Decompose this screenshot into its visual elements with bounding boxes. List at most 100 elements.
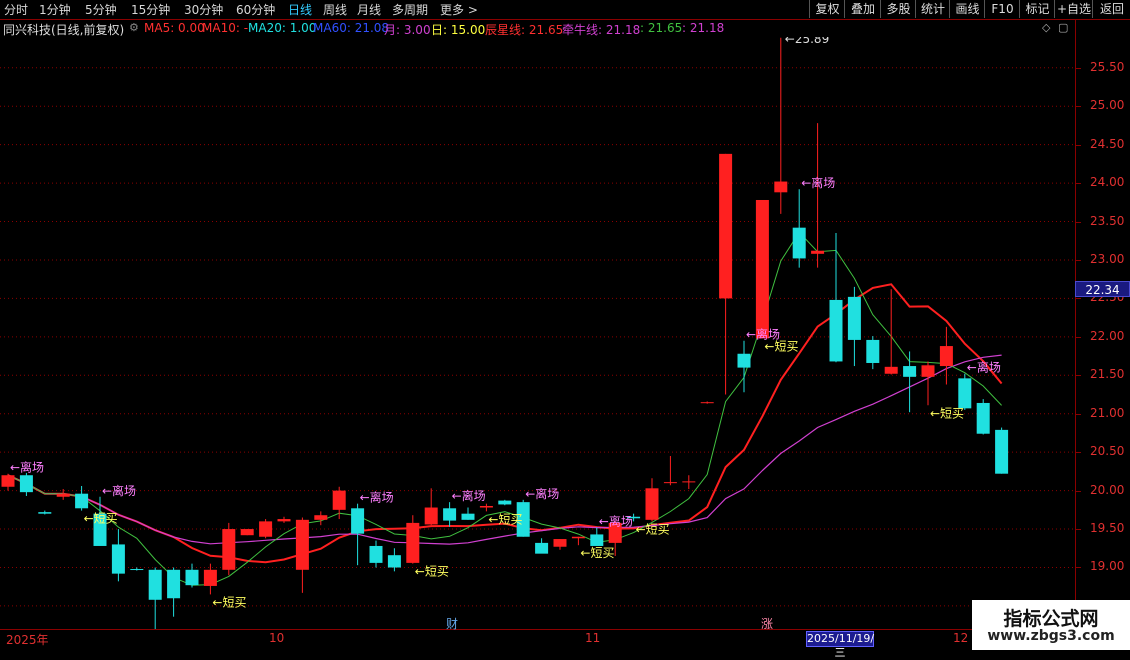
- diamond-icon[interactable]: ◇: [1042, 21, 1050, 34]
- signal-label: ←离场: [360, 490, 394, 505]
- watermark-title: 指标公式网: [1003, 608, 1099, 630]
- period-tab-monthly[interactable]: 月线: [357, 1, 381, 18]
- candle-body: [590, 534, 604, 546]
- candle-body: [369, 545, 383, 563]
- candle-body: [240, 529, 254, 536]
- candle-body: [314, 515, 328, 520]
- date-axis: 2025年 10 11 12 财 涨 2025/11/19/三: [0, 617, 1130, 659]
- signal-label: ←离场: [102, 483, 136, 498]
- date-label-dec: 12: [953, 631, 969, 645]
- candle-body: [387, 555, 401, 568]
- multi-stock-button[interactable]: 多股: [880, 0, 916, 18]
- candle-body: [498, 500, 512, 505]
- watermark-url: www.zbgs3.com: [987, 628, 1115, 644]
- settings-gear-icon[interactable]: ⚙: [129, 21, 139, 34]
- signal-label: ←短买: [488, 512, 522, 526]
- date-label-nov: 11: [585, 631, 601, 645]
- candle-body: [259, 521, 273, 537]
- price-tick-mark: [1076, 183, 1081, 185]
- price-tick-label: 19.50: [1090, 521, 1125, 536]
- chenxing-value: 辰星线: 21.65: [485, 23, 564, 37]
- period-tab-1min[interactable]: 1分钟: [39, 1, 71, 18]
- draw-line-button[interactable]: 画线: [949, 0, 985, 18]
- max-price-label: ←25.89: [785, 37, 829, 46]
- period-tab-60min[interactable]: 60分钟: [236, 1, 275, 18]
- price-tick-label: 20.50: [1090, 444, 1125, 459]
- signal-label: ←短买: [764, 339, 798, 353]
- extreme-labels: ←25.89←18.07: [785, 37, 829, 46]
- signal-label: ←离场: [801, 175, 835, 190]
- candle-body: [19, 475, 33, 493]
- candle-body: [755, 199, 769, 339]
- candle-body: [222, 529, 236, 570]
- day-value: 日: 15.00: [431, 23, 486, 37]
- candlestick-chart[interactable]: ←离场←短买←离场←短买←离场←短买←离场←短买←离场←短买←离场←短买←离场←…: [0, 37, 1075, 629]
- overlay-button[interactable]: 叠加: [844, 0, 881, 18]
- candle-body: [185, 569, 199, 586]
- period-tab-daily[interactable]: 日线: [288, 1, 312, 18]
- candle-body: [167, 569, 181, 599]
- add-watchlist-button[interactable]: +自选: [1054, 0, 1093, 18]
- event-marker-rise[interactable]: 涨: [761, 615, 773, 632]
- date-label-oct: 10: [269, 631, 285, 645]
- moving-average-lines: [7, 231, 1003, 586]
- indicator-info-bar: 同兴科技(日线,前复权) ⚙ MA5: 0.00 MA10: - MA20: 1…: [0, 20, 1076, 37]
- f10-button[interactable]: F10: [984, 0, 1020, 18]
- signal-labels: ←离场←短买←离场←短买←离场←短买←离场←短买←离场←短买←离场←短买←离场←…: [10, 175, 1001, 609]
- ma5-line: [7, 231, 1002, 586]
- period-tab-multi[interactable]: 多周期: [392, 1, 428, 18]
- price-tick-mark: [1076, 67, 1081, 69]
- candle-body: [663, 482, 677, 484]
- candle-body: [479, 505, 493, 508]
- period-tab-weekly[interactable]: 周线: [323, 1, 347, 18]
- candle-body: [461, 513, 475, 520]
- price-tick-mark: [1076, 298, 1081, 300]
- price-tick-label: 23.00: [1090, 251, 1125, 266]
- candle-body: [75, 493, 89, 509]
- candle-body: [38, 512, 52, 514]
- candle-body: [351, 508, 365, 534]
- candle-body: [203, 569, 217, 586]
- price-tick-label: 25.50: [1090, 59, 1125, 74]
- signal-label: ←离场: [599, 514, 633, 529]
- candle-body: [111, 544, 125, 574]
- candle-body: [829, 299, 843, 362]
- price-tick-label: 24.50: [1090, 136, 1125, 151]
- period-tab-fenshi[interactable]: 分时: [4, 1, 28, 18]
- signal-label: ←短买: [212, 595, 246, 609]
- stock-title: 同兴科技(日线,前复权): [3, 23, 125, 37]
- period-tab-more[interactable]: 更多 >: [440, 1, 478, 18]
- candle-body: [148, 569, 162, 600]
- period-tab-5min[interactable]: 5分钟: [85, 1, 117, 18]
- period-toolbar: 分时 1分钟 5分钟 15分钟 30分钟 60分钟 日线 周线 月线 多周期 更…: [0, 0, 1130, 20]
- chart-grid: [0, 67, 1075, 607]
- candle-body: [811, 250, 825, 254]
- period-tab-15min[interactable]: 15分钟: [131, 1, 170, 18]
- mark-button[interactable]: 标记: [1019, 0, 1055, 18]
- ma10-value: MA10: -: [202, 21, 249, 35]
- price-tick-mark: [1076, 413, 1081, 415]
- stats-button[interactable]: 统计: [915, 0, 950, 18]
- price-tick-mark: [1076, 336, 1081, 338]
- back-button[interactable]: 返回: [1092, 0, 1130, 18]
- candle-body: [332, 490, 346, 510]
- price-tick-label: 22.00: [1090, 328, 1125, 343]
- price-tick-mark: [1076, 529, 1081, 531]
- date-label-2025: 2025年: [6, 633, 49, 647]
- price-tick-mark: [1076, 221, 1081, 223]
- candle-body: [847, 296, 861, 340]
- candle-body: [976, 402, 990, 434]
- price-axis: 25.5025.0024.5024.0023.5023.0022.5022.00…: [1075, 19, 1130, 631]
- price-tick-mark: [1076, 144, 1081, 146]
- signal-label: ←离场: [10, 460, 44, 475]
- candle-body: [277, 519, 291, 522]
- price-tick-label: 24.00: [1090, 175, 1125, 190]
- candle-body: [774, 181, 788, 193]
- candle-body: [406, 522, 420, 563]
- fuquan-button[interactable]: 复权: [809, 0, 845, 18]
- period-tab-30min[interactable]: 30分钟: [184, 1, 223, 18]
- event-marker-finance[interactable]: 财: [446, 615, 458, 632]
- ma20-value: MA20: 1.00: [248, 21, 317, 35]
- restore-icon[interactable]: ▢: [1058, 21, 1068, 34]
- signal-label: ←短买: [636, 522, 670, 536]
